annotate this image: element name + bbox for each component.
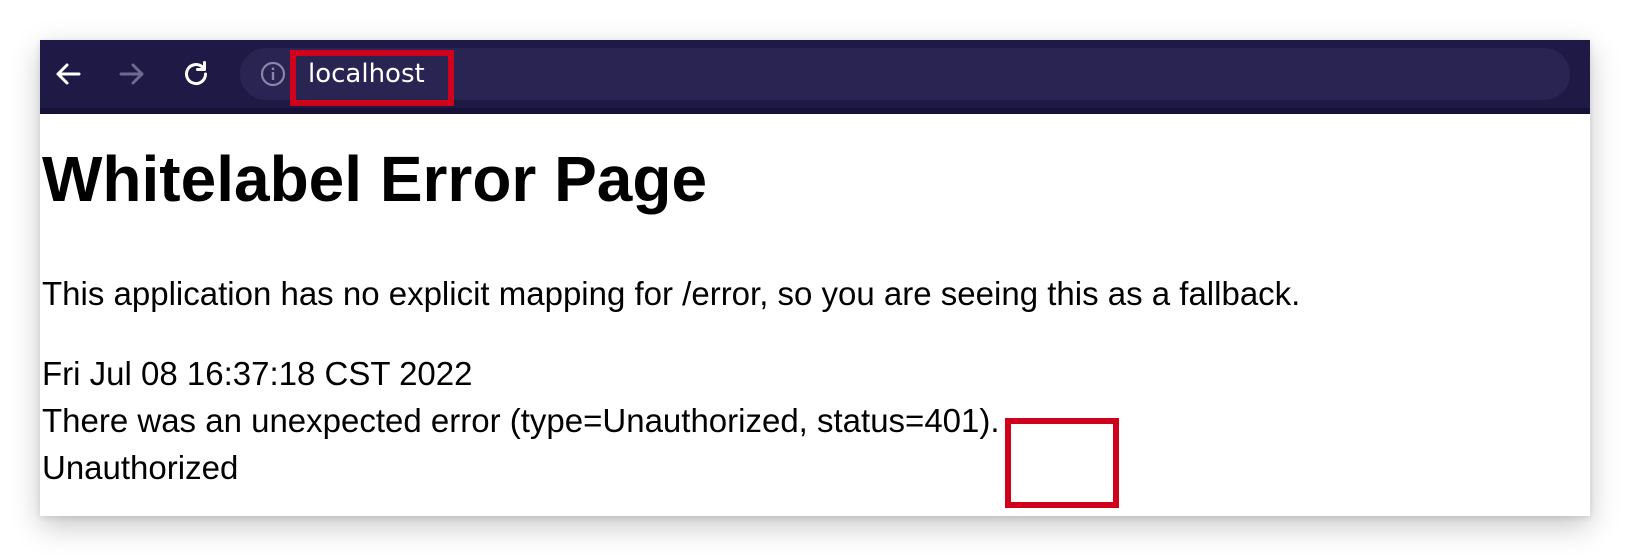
fallback-message: This application has no explicit mapping…	[42, 275, 1301, 312]
browser-toolbar: localhost	[40, 40, 1590, 114]
info-icon[interactable]	[260, 61, 286, 87]
browser-window: localhost Whitelabel Error Page This app…	[40, 40, 1590, 516]
error-status-text: Unauthorized	[42, 449, 239, 486]
url-highlight-box	[290, 50, 454, 106]
forward-button[interactable]	[112, 54, 152, 94]
reload-button[interactable]	[176, 54, 216, 94]
reload-icon	[185, 61, 208, 86]
status-code-highlight-box	[1005, 418, 1119, 508]
error-detail: There was an unexpected error (type=Unau…	[42, 402, 1000, 439]
back-button[interactable]	[48, 54, 88, 94]
arrow-left-icon	[56, 63, 81, 85]
arrow-right-icon	[119, 63, 144, 85]
page-content: Whitelabel Error Page This application h…	[40, 114, 1590, 516]
error-timestamp: Fri Jul 08 16:37:18 CST 2022	[42, 355, 473, 392]
page-title: Whitelabel Error Page	[42, 143, 708, 215]
